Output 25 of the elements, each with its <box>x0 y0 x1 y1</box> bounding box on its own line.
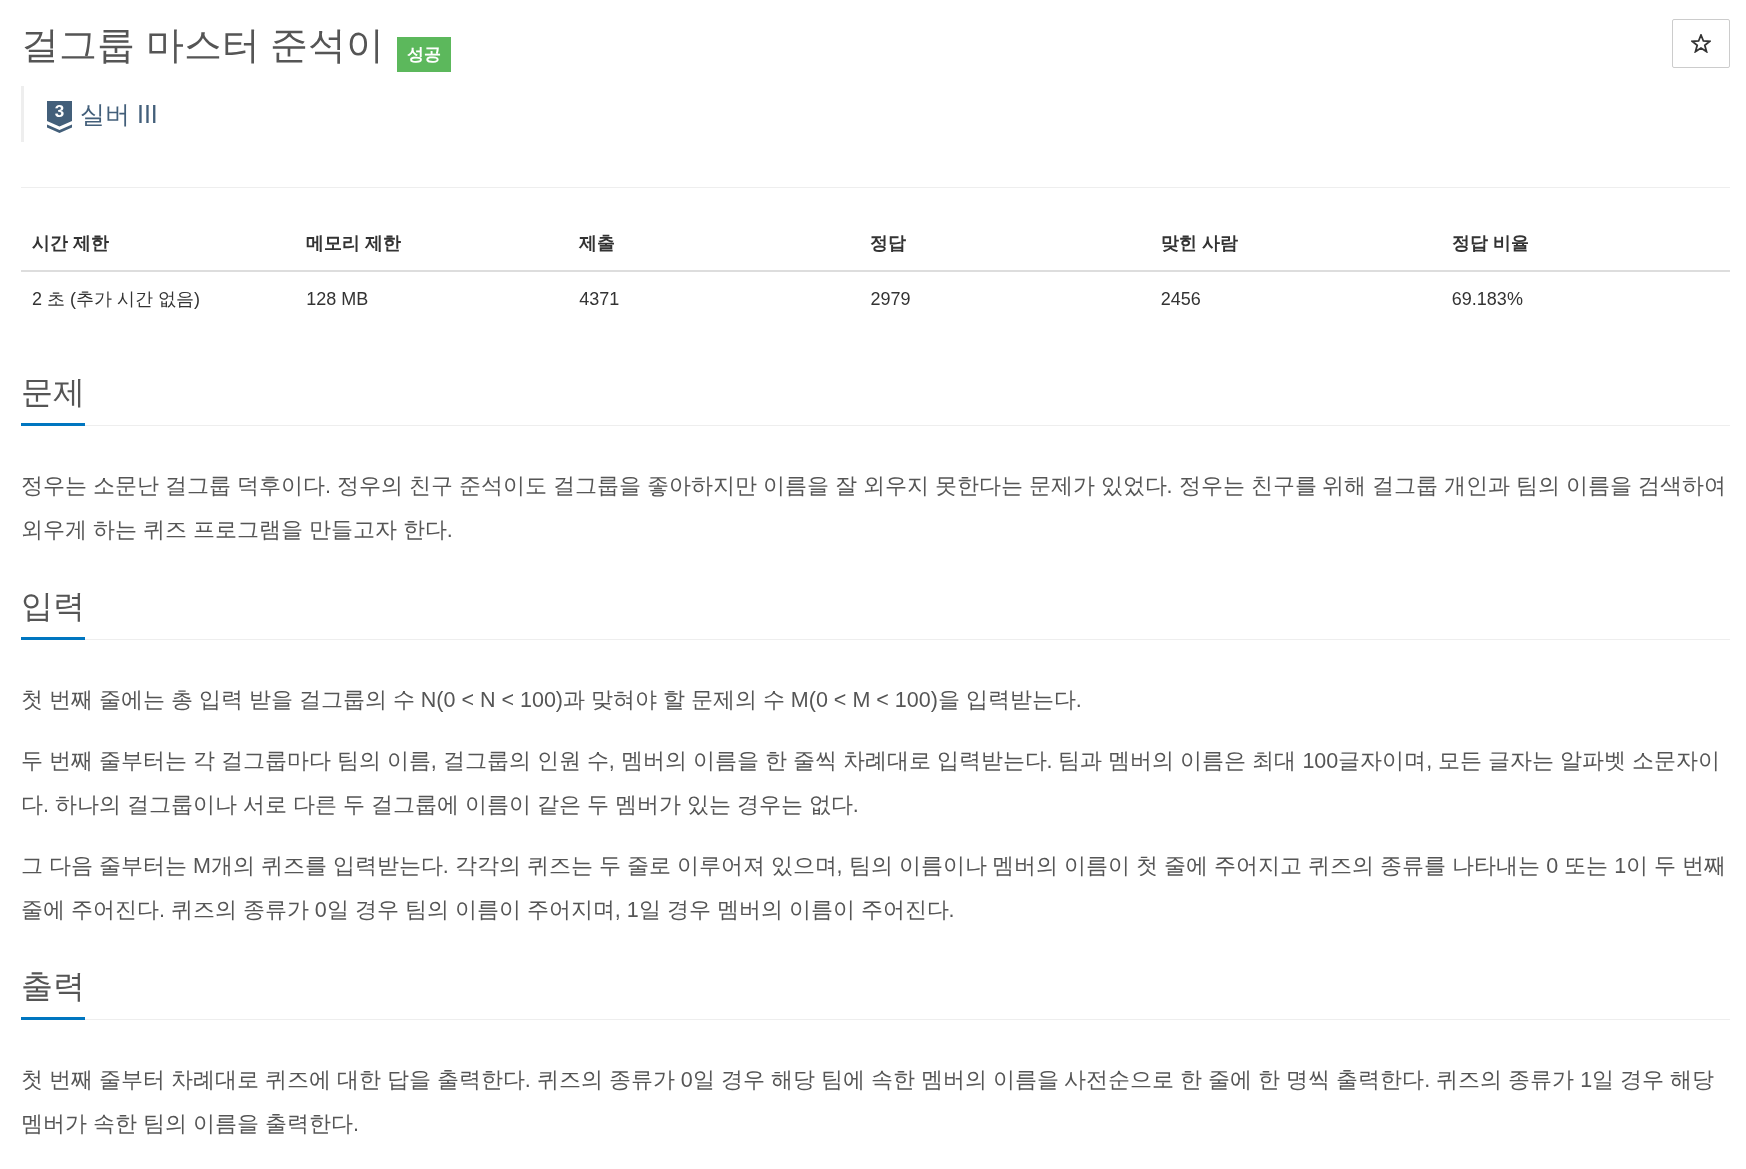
section-heading: 출력 <box>21 964 85 1020</box>
table-cell-text: 128 MB <box>305 288 370 311</box>
table-cell-text: 4371 <box>578 288 621 311</box>
column-header: 제출 <box>568 216 860 272</box>
table-cell-text: 2 초 (추가 시간 없음) <box>31 288 201 311</box>
column-header: 맞힌 사람 <box>1149 216 1441 272</box>
table-cell-text: 2456 <box>1159 288 1202 311</box>
table-cell-text: 69.183% <box>1450 288 1524 311</box>
paragraph: 첫 번째 줄부터 차례대로 퀴즈에 대한 답을 출력한다. 퀴즈의 종류가 0일 경우 해당 팀에 속한 멤버의 이름을 사전순으로 한 줄에 한 명씩 출력한다. 퀴즈의 종류가 1일 경우 해당 멤버가 속한 팀의 이름을 출력한다. <box>21 1067 1716 1138</box>
paragraph: 첫 번째 줄에는 총 입력 받을 걸그룹의 수 N(0 < N < 100)과 맞혀야 할 문제의 수 M(0 < M < 100)을 입력받는다. <box>21 687 1083 714</box>
tier-badge: 3 <box>47 101 72 133</box>
paragraph: 두 번째 줄부터는 각 걸그룹마다 팀의 이름, 걸그룹의 인원 수, 멤버의 이름을 한 줄씩 차례대로 입력받는다. 팀과 멤버의 이름은 최대 100글자이며, 모든 글자는 알파벳 소문자이다. 하나의 걸그룹이나 서로 다른 두 걸그룹에 이름이 같은 두 멤버가 있는 경우는 없다. <box>21 748 1722 819</box>
paragraph: 정우는 소문난 걸그룹 덕후이다. 정우의 친구 준석이도 걸그룹을 좋아하지만 이름을 잘 외우지 못한다는 문제가 있었다. 정우는 친구를 위해 걸그룹 개인과 팀의 이름을 검색하여 외우게 하는 퀴즈 프로그램을 만들고자 한다. <box>21 473 1728 544</box>
star-button[interactable] <box>1672 19 1730 68</box>
section-heading: 입력 <box>21 584 85 640</box>
section-heading: 문제 <box>21 370 85 426</box>
paragraph: 그 다음 줄부터는 M개의 퀴즈를 입력받는다. 각각의 퀴즈는 두 줄로 이루어져 있으며, 팀의 이름이나 멤버의 이름이 첫 줄에 주어지고 퀴즈의 종류를 나타내는 0 또는 1이 두 번째 줄에 주어진다. 퀴즈의 종류가 0일 경우 팀의 이름이 주어지며, 1일 경우 멤버의 이름이 주어진다. <box>21 853 1728 924</box>
column-header: 시간 제한 <box>21 216 296 272</box>
column-header: 정답 <box>859 216 1150 272</box>
problem-title: 걸그룹 마스터 준석이 <box>21 23 385 68</box>
table-cell-text: 2979 <box>869 288 912 311</box>
column-header: 메모리 제한 <box>295 216 569 272</box>
tier-label: 실버 III <box>80 99 158 129</box>
column-header: 정답 비율 <box>1440 216 1730 272</box>
result-badge: 성공 <box>397 37 452 72</box>
